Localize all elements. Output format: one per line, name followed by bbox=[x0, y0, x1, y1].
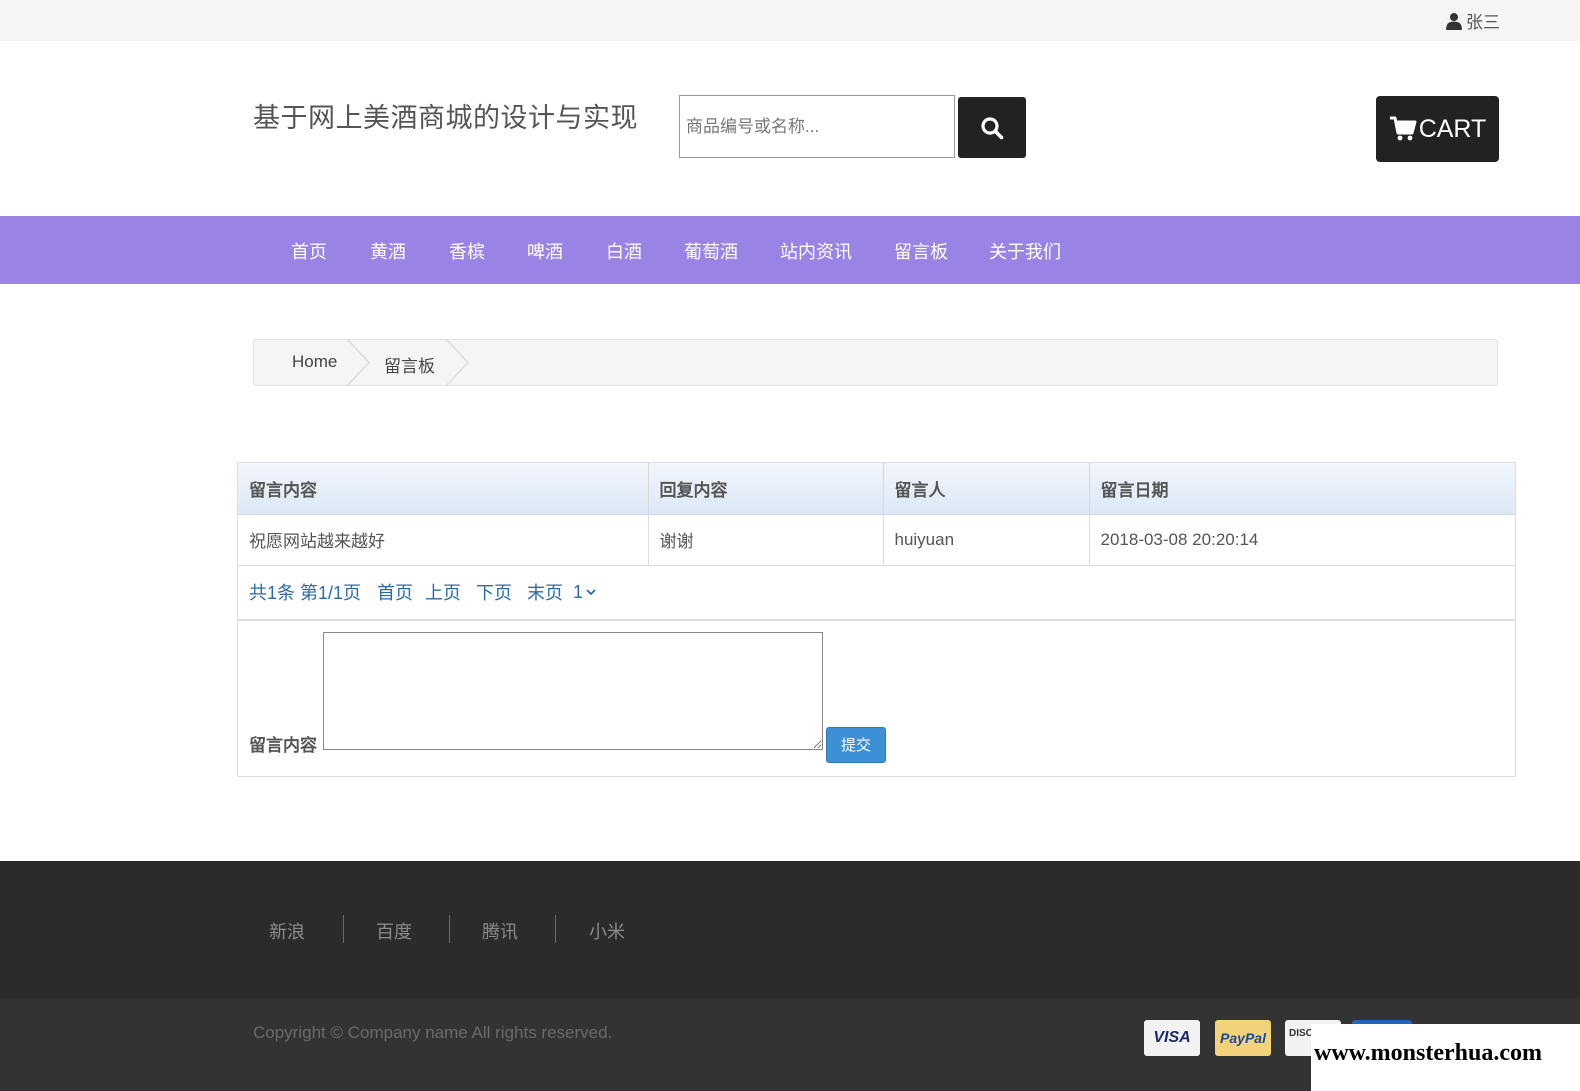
pagination-first[interactable]: 首页 bbox=[377, 579, 413, 605]
nav-item-liquor[interactable]: 白酒 bbox=[606, 238, 642, 264]
breadcrumb-current: 留言板 bbox=[384, 357, 435, 376]
search-icon bbox=[981, 116, 1004, 139]
user-name: 张三 bbox=[1466, 13, 1500, 32]
page-select-value: 1 bbox=[573, 581, 584, 602]
nav-item-home[interactable]: 首页 bbox=[291, 238, 327, 264]
paypal-icon: PayPal bbox=[1215, 1020, 1271, 1056]
cart-icon bbox=[1389, 116, 1417, 141]
cell-author: huiyuan bbox=[883, 514, 1090, 566]
cart-button[interactable]: CART bbox=[1376, 96, 1499, 162]
column-header-content: 留言内容 bbox=[238, 463, 649, 515]
footer-link-xiaomi[interactable]: 小米 bbox=[589, 918, 625, 944]
column-header-date: 留言日期 bbox=[1089, 463, 1515, 515]
header: 基于网上美酒商城的设计与实现 CART bbox=[0, 41, 1580, 216]
footer-link-tencent[interactable]: 腾讯 bbox=[482, 918, 518, 944]
nav-item-yellow-wine[interactable]: 黄酒 bbox=[370, 238, 406, 264]
visa-icon: VISA bbox=[1144, 1020, 1200, 1056]
nav-item-beer[interactable]: 啤酒 bbox=[527, 238, 563, 264]
breadcrumb-separator-icon bbox=[347, 339, 371, 386]
top-bar: 张三 bbox=[0, 0, 1580, 41]
cart-label: CART bbox=[1418, 114, 1487, 143]
search-button[interactable] bbox=[958, 97, 1026, 158]
breadcrumb-home[interactable]: Home bbox=[292, 352, 337, 372]
message-form-label: 留言内容 bbox=[249, 735, 317, 755]
cell-date: 2018-03-08 20:20:14 bbox=[1089, 514, 1515, 566]
pagination-prev[interactable]: 上页 bbox=[425, 579, 461, 605]
pagination: 共1条 第1/1页 首页 上页 下页 末页 1 bbox=[238, 566, 1515, 620]
message-table: 留言内容 回复内容 留言人 留言日期 祝愿网站越来越好 谢谢 huiyuan 2… bbox=[238, 463, 1515, 566]
column-header-author: 留言人 bbox=[883, 463, 1090, 515]
chevron-down-icon bbox=[586, 589, 596, 596]
footer-link-sina[interactable]: 新浪 bbox=[269, 918, 305, 944]
watermark: www.monsterhua.com bbox=[1311, 1024, 1580, 1091]
pagination-next[interactable]: 下页 bbox=[476, 579, 512, 605]
page-select[interactable]: 1 bbox=[573, 582, 596, 603]
nav-item-about[interactable]: 关于我们 bbox=[989, 238, 1061, 264]
footer-link-baidu[interactable]: 百度 bbox=[376, 918, 412, 944]
cell-reply: 谢谢 bbox=[648, 514, 884, 566]
footer-divider bbox=[449, 915, 450, 943]
nav-item-message-board[interactable]: 留言板 bbox=[894, 238, 948, 264]
search-input[interactable] bbox=[679, 95, 955, 158]
pagination-summary: 共1条 第1/1页 bbox=[249, 583, 362, 603]
message-textarea[interactable] bbox=[323, 631, 823, 750]
message-table-panel: 留言内容 回复内容 留言人 留言日期 祝愿网站越来越好 谢谢 huiyuan 2… bbox=[237, 462, 1516, 777]
footer-divider bbox=[555, 915, 556, 943]
table-row: 祝愿网站越来越好 谢谢 huiyuan 2018-03-08 20:20:14 bbox=[238, 514, 1515, 566]
column-header-reply: 回复内容 bbox=[648, 463, 884, 515]
user-icon bbox=[1446, 12, 1462, 30]
copyright-text: Copyright © Company name All rights rese… bbox=[253, 1023, 613, 1042]
submit-button[interactable]: 提交 bbox=[826, 726, 886, 763]
cell-content: 祝愿网站越来越好 bbox=[238, 514, 649, 566]
user-menu[interactable]: 张三 bbox=[1445, 8, 1500, 33]
table-header-row: 留言内容 回复内容 留言人 留言日期 bbox=[238, 463, 1515, 515]
breadcrumb: Home 留言板 bbox=[253, 339, 1498, 386]
pagination-last[interactable]: 末页 bbox=[527, 579, 563, 605]
breadcrumb-separator-icon bbox=[446, 339, 470, 386]
main-nav: 首页 黄酒 香槟 啤酒 白酒 葡萄酒 站内资讯 留言板 关于我们 bbox=[0, 216, 1580, 284]
footer-links-section: 新浪 百度 腾讯 小米 bbox=[0, 861, 1580, 998]
message-form: 留言内容 提交 bbox=[238, 619, 1515, 776]
nav-item-champagne[interactable]: 香槟 bbox=[449, 238, 485, 264]
nav-item-news[interactable]: 站内资讯 bbox=[780, 238, 852, 264]
nav-item-wine[interactable]: 葡萄酒 bbox=[684, 238, 738, 264]
footer-divider bbox=[343, 915, 344, 943]
site-title: 基于网上美酒商城的设计与实现 bbox=[253, 103, 638, 133]
